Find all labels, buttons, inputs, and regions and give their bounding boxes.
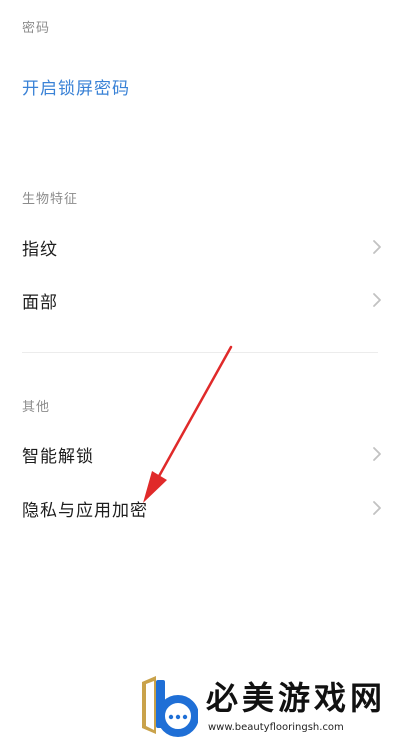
watermark-url: www.beautyflooringsh.com xyxy=(208,722,344,733)
site-logo-icon xyxy=(142,676,198,737)
watermark: 必美游戏网 www.beautyflooringsh.com xyxy=(136,672,400,742)
watermark-title: 必美游戏网 xyxy=(206,679,387,717)
red-annotation-arrow xyxy=(143,345,233,503)
